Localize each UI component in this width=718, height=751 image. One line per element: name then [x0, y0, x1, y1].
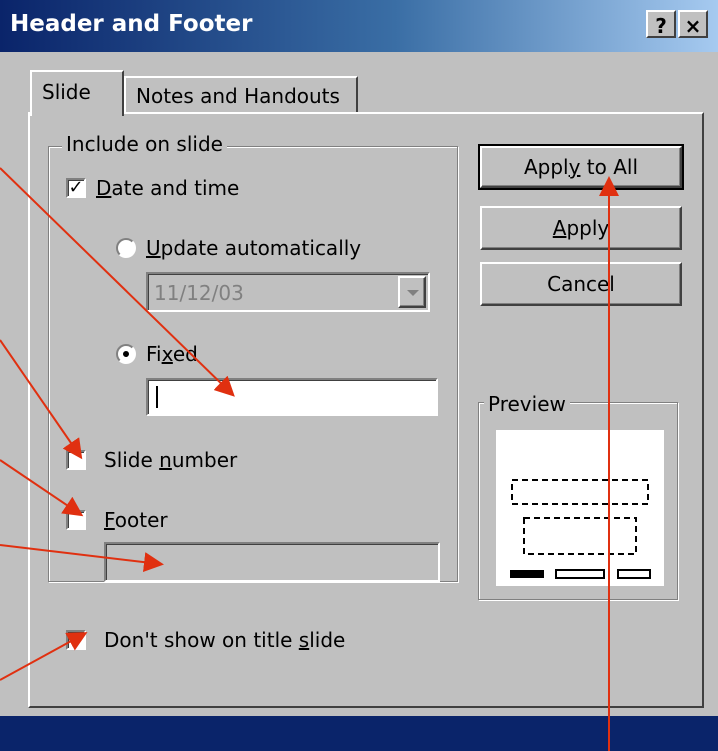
dropdown-arrow-button[interactable] — [398, 276, 426, 308]
cancel-button[interactable]: Cancel — [480, 262, 682, 306]
fixed-radio[interactable] — [116, 344, 136, 364]
preview-legend: Preview — [484, 392, 570, 416]
preview-date-area — [510, 570, 544, 578]
tab-slide[interactable]: Slide — [30, 70, 124, 116]
update-automatically-label: Update automatically — [146, 236, 362, 260]
title-bar: Header and Footer ? × — [0, 0, 718, 52]
fixed-date-input[interactable] — [146, 378, 438, 416]
slide-number-checkbox[interactable] — [66, 450, 86, 470]
tab-notes-handouts-label: Notes and Handouts — [136, 84, 340, 108]
date-time-label: Date and time — [96, 176, 240, 200]
apply-button[interactable]: Apply — [480, 206, 682, 250]
dont-show-title-slide-label: Don't show on title slide — [104, 628, 346, 652]
help-button[interactable]: ? — [646, 10, 676, 38]
date-format-value: 11/12/03 — [154, 281, 244, 305]
preview-footer-area — [555, 569, 605, 579]
update-automatically-radio[interactable] — [116, 238, 136, 258]
text-cursor — [156, 386, 158, 408]
apply-to-all-button[interactable]: Apply to All — [478, 144, 684, 190]
tab-slide-label: Slide — [42, 80, 91, 104]
fixed-label: Fixed — [146, 342, 198, 366]
window-bottom-edge — [0, 716, 718, 751]
include-on-slide-legend: Include on slide — [62, 132, 227, 156]
date-time-checkbox[interactable]: ✓ — [66, 178, 86, 198]
preview-number-area — [617, 569, 651, 579]
date-format-dropdown[interactable]: 11/12/03 — [146, 272, 430, 312]
close-button[interactable]: × — [678, 10, 708, 38]
chevron-down-icon — [407, 290, 419, 296]
tab-notes-handouts[interactable]: Notes and Handouts — [124, 76, 358, 114]
footer-text-input[interactable] — [104, 542, 440, 582]
tab-join — [32, 112, 120, 115]
slide-preview-image — [496, 430, 664, 586]
footer-label: Footer — [104, 508, 168, 532]
slide-number-label: Slide number — [104, 448, 238, 472]
preview-slide-background — [496, 430, 664, 586]
dont-show-title-slide-checkbox[interactable] — [66, 630, 86, 650]
window-title: Header and Footer — [10, 11, 253, 37]
footer-checkbox[interactable] — [66, 510, 86, 530]
